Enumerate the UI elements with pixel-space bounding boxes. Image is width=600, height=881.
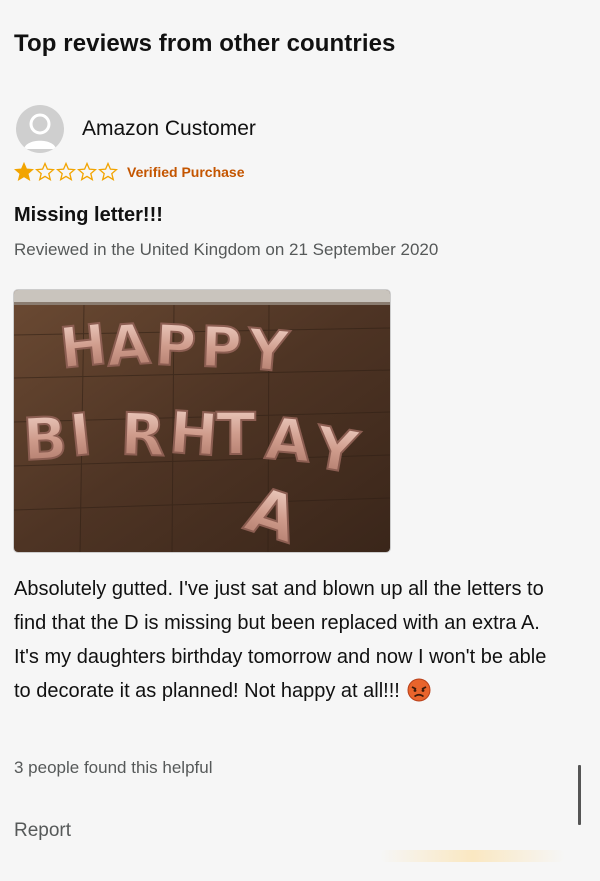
review-meta: Reviewed in the United Kingdom on 21 Sep… <box>14 240 439 259</box>
balloon-letter: H <box>57 312 110 382</box>
balloon-letter: A <box>263 404 314 476</box>
helpful-count: 3 people found this helpful <box>14 758 213 777</box>
star-empty-icon <box>35 162 55 181</box>
scrollbar[interactable] <box>578 765 581 825</box>
report-link[interactable]: Report <box>14 820 71 842</box>
balloon-letter: R <box>120 400 167 470</box>
reviewer-name[interactable]: Amazon Customer <box>82 117 256 141</box>
review-body: Absolutely gutted. I've just sat and blo… <box>14 572 554 708</box>
balloon-letter: T <box>216 400 256 468</box>
balloon-letter: H <box>167 398 220 469</box>
balloon-letter: P <box>153 313 197 380</box>
review-title[interactable]: Missing letter!!! <box>14 204 163 227</box>
section-title: Top reviews from other countries <box>14 30 396 57</box>
star-filled-icon <box>14 162 34 181</box>
star-empty-icon <box>98 162 118 181</box>
balloon-letter: Y <box>244 317 293 386</box>
review-image[interactable]: HAPPY BIRHTAY A <box>14 290 390 552</box>
verified-purchase-badge[interactable]: Verified Purchase <box>127 164 245 180</box>
balloon-letter: B <box>21 404 69 474</box>
star-empty-icon <box>77 162 97 181</box>
review-body-text: Absolutely gutted. I've just sat and blo… <box>14 578 547 702</box>
balloon-letter: A <box>104 312 152 380</box>
rating-row: Verified Purchase <box>14 162 245 181</box>
balloon-letters-photo: HA P P Y BI R HT AY A <box>14 290 390 552</box>
balloon-letter: P <box>200 315 243 381</box>
avatar-icon <box>16 105 64 153</box>
angry-face-icon <box>406 678 432 702</box>
star-empty-icon <box>56 162 76 181</box>
star-rating[interactable] <box>14 162 119 181</box>
reviewer[interactable]: Amazon Customer <box>16 104 256 154</box>
helpful-button-glow <box>380 850 565 862</box>
